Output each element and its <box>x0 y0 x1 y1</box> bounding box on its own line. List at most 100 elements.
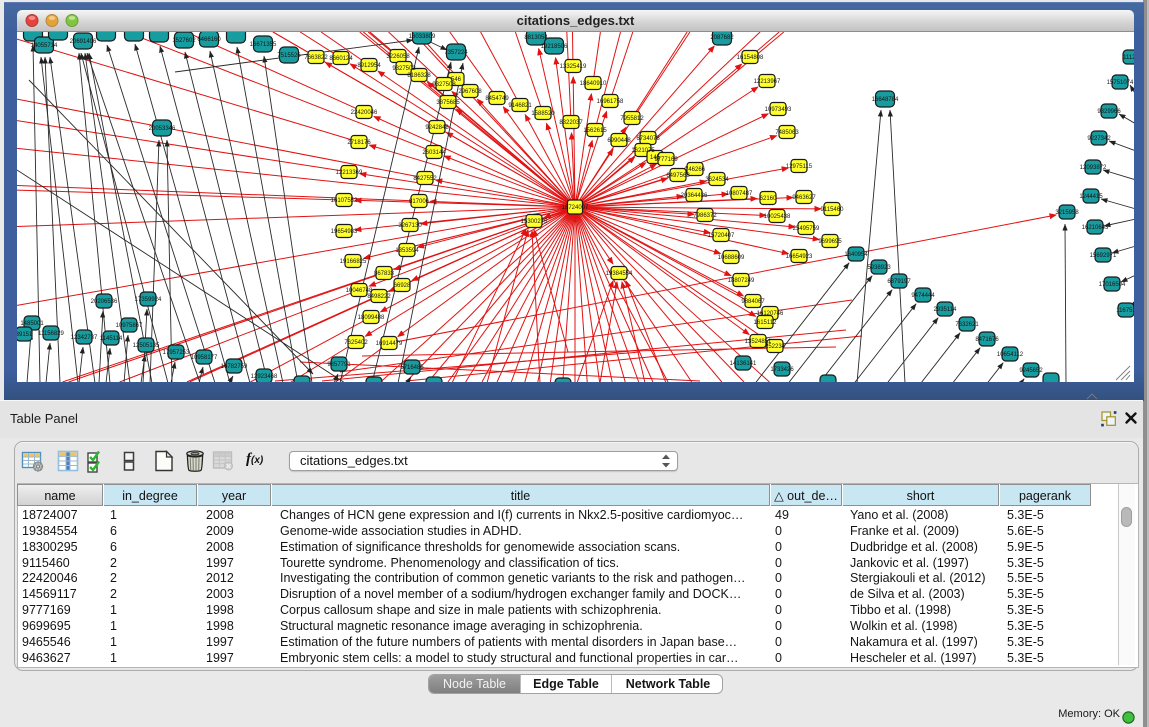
svg-text:9463627: 9463627 <box>792 195 816 201</box>
svg-text:2087682: 2087682 <box>710 35 734 41</box>
svg-text:10807487: 10807487 <box>726 191 753 197</box>
svg-text:11124: 11124 <box>1123 55 1134 61</box>
svg-text:15692971: 15692971 <box>1090 253 1117 259</box>
svg-text:6497568: 6497568 <box>666 173 690 179</box>
svg-text:16107552: 16107552 <box>331 198 358 204</box>
svg-text:7986372: 7986372 <box>693 213 717 219</box>
svg-text:15751074: 15751074 <box>1107 80 1134 86</box>
svg-text:39151: 39151 <box>17 332 33 338</box>
svg-text:12213967: 12213967 <box>754 79 781 85</box>
svg-text:3875685: 3875685 <box>436 100 460 106</box>
svg-text:1733426: 1733426 <box>770 367 794 373</box>
svg-text:6879197: 6879197 <box>887 279 911 285</box>
svg-text:3624534: 3624534 <box>705 177 729 183</box>
svg-text:22420046: 22420046 <box>351 110 378 116</box>
svg-text:16033809: 16033809 <box>409 34 436 40</box>
svg-text:8498222: 8498222 <box>367 294 391 300</box>
svg-text:2718176: 2718176 <box>347 140 371 146</box>
svg-text:1640954: 1640954 <box>844 252 868 258</box>
svg-text:16654923: 16654923 <box>786 254 813 260</box>
svg-text:16782759: 16782759 <box>221 364 248 370</box>
svg-text:2935114: 2935114 <box>934 307 958 313</box>
svg-text:20206536: 20206536 <box>91 299 118 305</box>
svg-text:19218506: 19218506 <box>541 44 568 50</box>
svg-text:16154808: 16154808 <box>737 55 764 61</box>
svg-text:9699695: 9699695 <box>818 239 842 245</box>
svg-text:18099488: 18099488 <box>358 315 385 321</box>
svg-text:16961758: 16961758 <box>597 99 624 105</box>
svg-text:8322037: 8322037 <box>559 120 583 126</box>
svg-text:1485001: 1485001 <box>20 321 44 327</box>
svg-text:66928: 66928 <box>394 283 411 289</box>
svg-text:15300275: 15300275 <box>521 219 548 225</box>
svg-text:12975115: 12975115 <box>786 164 813 170</box>
svg-text:8427552: 8427552 <box>413 176 437 182</box>
svg-text:25495759: 25495759 <box>793 226 820 232</box>
svg-text:817006: 817006 <box>409 199 430 205</box>
svg-text:17957253: 17957253 <box>163 350 190 356</box>
svg-text:12093872: 12093872 <box>1080 165 1107 171</box>
svg-text:2967608: 2967608 <box>458 89 482 95</box>
svg-text:9242848: 9242848 <box>425 125 449 131</box>
svg-text:10958177: 10958177 <box>191 355 218 361</box>
svg-text:62160: 62160 <box>760 196 777 202</box>
svg-text:17016504: 17016504 <box>1099 282 1126 288</box>
svg-text:20691406: 20691406 <box>70 39 97 45</box>
svg-text:7485063: 7485063 <box>775 130 799 136</box>
svg-text:9884067: 9884067 <box>741 299 765 305</box>
svg-text:7357224: 7357224 <box>444 50 468 56</box>
svg-text:9327508: 9327508 <box>432 82 456 88</box>
svg-text:7632621: 7632621 <box>955 322 979 328</box>
svg-text:13325419: 13325419 <box>560 64 587 70</box>
svg-text:7663822: 7663822 <box>304 55 328 61</box>
svg-text:8454749: 8454749 <box>485 96 509 102</box>
svg-text:7955812: 7955812 <box>620 116 644 122</box>
svg-text:14136141: 14136141 <box>730 361 757 367</box>
svg-text:1527602: 1527602 <box>172 38 196 44</box>
svg-text:18724007: 18724007 <box>562 205 589 211</box>
svg-text:1562615: 1562615 <box>583 128 607 134</box>
svg-text:1615112: 1615112 <box>754 320 778 326</box>
svg-text:116753: 116753 <box>1116 308 1134 314</box>
svg-text:11156829: 11156829 <box>38 331 64 337</box>
svg-text:10975867: 10975867 <box>116 323 143 329</box>
svg-text:20053346: 20053346 <box>149 126 176 132</box>
svg-text:18640910: 18640910 <box>580 81 607 87</box>
svg-text:1145114: 1145114 <box>100 336 123 342</box>
svg-text:5938923: 5938923 <box>867 265 891 271</box>
svg-text:16210643: 16210643 <box>1082 225 1109 231</box>
svg-text:3267130: 3267130 <box>398 223 422 229</box>
svg-text:5716485: 5716485 <box>400 365 424 371</box>
svg-text:3215958: 3215958 <box>1055 210 1079 216</box>
svg-text:9329966: 9329966 <box>1097 109 1121 115</box>
svg-text:20364436: 20364436 <box>681 193 708 199</box>
svg-text:9857791: 9857791 <box>327 362 351 368</box>
svg-text:12213369: 12213369 <box>336 170 363 176</box>
svg-text:9245652: 9245652 <box>1019 368 1043 374</box>
svg-text:8813054: 8813054 <box>524 35 548 41</box>
svg-text:9227342: 9227342 <box>1087 136 1111 142</box>
svg-text:10688609: 10688609 <box>718 255 745 261</box>
svg-text:17359924: 17359924 <box>135 297 162 303</box>
svg-text:8912954: 8912954 <box>357 63 381 69</box>
svg-text:9115460: 9115460 <box>821 207 845 213</box>
svg-text:15720407: 15720407 <box>708 233 735 239</box>
svg-text:9474444: 9474444 <box>911 293 935 299</box>
svg-text:14055714: 14055714 <box>31 43 58 49</box>
svg-text:9327503: 9327503 <box>392 66 416 72</box>
svg-text:252234: 252234 <box>765 344 786 350</box>
svg-text:6734078: 6734078 <box>636 136 660 142</box>
svg-text:19166825: 19166825 <box>340 259 367 265</box>
svg-text:12923468: 12923468 <box>251 374 278 380</box>
svg-text:10025438: 10025438 <box>764 214 791 220</box>
svg-text:8186328: 8186328 <box>407 73 431 79</box>
svg-text:1588520: 1588520 <box>531 111 555 117</box>
svg-text:746266: 746266 <box>685 167 706 173</box>
svg-text:3226058: 3226058 <box>386 54 410 60</box>
svg-text:10654112: 10654112 <box>997 352 1024 358</box>
svg-text:9777169: 9777169 <box>654 157 678 163</box>
svg-text:1353594: 1353594 <box>395 248 419 254</box>
svg-text:10973493: 10973493 <box>765 107 792 113</box>
svg-text:8660124: 8660124 <box>329 56 353 62</box>
svg-text:16671355: 16671355 <box>250 42 277 48</box>
